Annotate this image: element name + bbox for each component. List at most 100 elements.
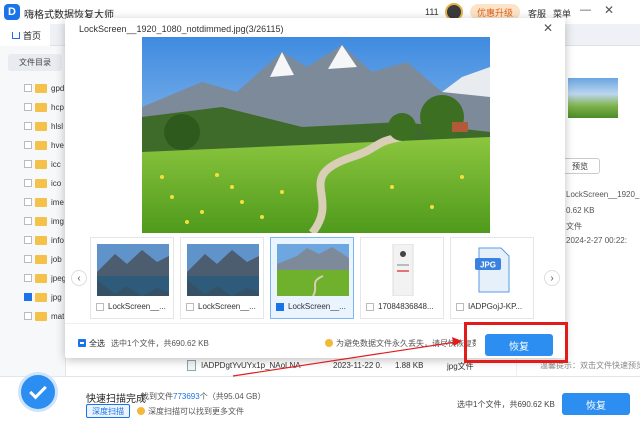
warning-icon	[325, 339, 333, 347]
sidebar-item-ico[interactable]: ico	[24, 176, 66, 190]
detail-filename: LockScreen__1920_1	[566, 190, 640, 199]
thumbnail-item[interactable]: LockScreen__...	[180, 237, 264, 319]
thumbnail-item[interactable]: LockScreen__...	[90, 237, 174, 319]
scan-found-summary: 找到文件773693个（共95.04 GB）	[141, 391, 266, 402]
sidebar-item-icc[interactable]: icc	[24, 157, 66, 171]
sidebar-item-info[interactable]: info	[24, 233, 66, 247]
sidebar-item-checkbox[interactable]	[24, 122, 32, 130]
thumbnail-name: 17084836848...	[378, 302, 434, 311]
sidebar-item-gpd[interactable]: gpd	[24, 81, 66, 95]
sidebar-item-label: img	[51, 216, 64, 226]
row-size: 1.88 KB	[395, 361, 424, 370]
bottom-recover-button[interactable]: 恢复	[562, 393, 630, 415]
tab-home[interactable]: 首页	[0, 24, 50, 46]
sidebar-item-checkbox[interactable]	[24, 255, 32, 263]
sidebar-item-checkbox[interactable]	[24, 274, 32, 282]
select-all-label[interactable]: 全选	[89, 338, 105, 349]
thumbnail-name: LockScreen__...	[108, 302, 166, 311]
deep-scan-tip: 深度扫描可以找到更多文件	[148, 407, 244, 416]
sidebar-item-ime[interactable]: ime	[24, 195, 66, 209]
jpg-icon-text: JPG	[480, 261, 496, 270]
thumbnail-item[interactable]: LockScreen__...	[270, 237, 354, 319]
sidebar-item-label: ico	[51, 178, 62, 188]
folder-icon	[35, 292, 47, 302]
sidebar-item-checkbox[interactable]	[24, 160, 32, 168]
sidebar-header[interactable]: 文件目录	[8, 54, 62, 71]
tip-icon	[137, 407, 145, 415]
sidebar-item-label: hcp	[51, 102, 64, 112]
thumbnail-checkbox[interactable]	[276, 303, 284, 311]
folder-icon	[35, 121, 47, 131]
next-arrow-icon[interactable]: ›	[544, 270, 560, 286]
folder-icon	[35, 235, 47, 245]
folder-icon	[35, 197, 47, 207]
sidebar-item-label: mat	[51, 311, 65, 321]
detail-size: 0.62 KB	[566, 206, 595, 215]
sidebar-item-checkbox[interactable]	[24, 141, 32, 149]
deep-scan-button[interactable]: 深度扫描	[86, 404, 130, 418]
preview-image	[142, 37, 490, 233]
sidebar-item-label: job	[51, 254, 62, 264]
thumbnail-image	[367, 244, 439, 296]
thumbnail-name: LockScreen__...	[198, 302, 256, 311]
thumbnail-item[interactable]: 17084836848...	[360, 237, 444, 319]
dialog-close-icon[interactable]: ✕	[543, 21, 553, 35]
sidebar-item-label: gpd	[51, 83, 65, 93]
annotation-highlight-box	[464, 322, 568, 363]
sidebar: 文件目录	[0, 46, 66, 376]
dialog-warning: 为避免数据文件永久丢失，请尽快恢复数据	[336, 339, 476, 348]
found-count: 773693	[173, 392, 200, 401]
sidebar-item-checkbox[interactable]	[24, 293, 32, 301]
sidebar-item-checkbox[interactable]	[24, 84, 32, 92]
app-logo-icon: D	[4, 4, 20, 20]
detail-type: 文件	[566, 222, 582, 231]
close-icon[interactable]: ✕	[604, 3, 614, 17]
sidebar-item-label: icc	[51, 159, 61, 169]
sidebar-item-jpg[interactable]: jpg	[24, 290, 66, 304]
prev-arrow-icon[interactable]: ‹	[71, 270, 87, 286]
sidebar-item-label: info	[51, 235, 64, 245]
tab-home-label: 首页	[23, 30, 42, 41]
folder-icon	[35, 102, 47, 112]
found-suffix: 个（共95.04 GB）	[199, 392, 266, 401]
folder-icon	[35, 140, 47, 150]
sidebar-item-checkbox[interactable]	[24, 179, 32, 187]
sidebar-item-checkbox[interactable]	[24, 217, 32, 225]
folder-icon	[35, 178, 47, 188]
sidebar-item-label: jpeg	[51, 273, 66, 283]
thumbnail-item[interactable]: JPG IADPGojJ-KP...	[450, 237, 534, 319]
sidebar-item-hlsl[interactable]: hlsl	[24, 119, 66, 133]
sidebar-item-mat[interactable]: mat	[24, 309, 66, 323]
found-prefix: 找到文件	[141, 392, 173, 401]
sidebar-item-img[interactable]: img	[24, 214, 66, 228]
thumbnail-checkbox[interactable]	[366, 303, 374, 311]
minimize-icon[interactable]: —	[580, 4, 591, 16]
sidebar-item-job[interactable]: job	[24, 252, 66, 266]
sidebar-item-hve[interactable]: hve	[24, 138, 66, 152]
sidebar-item-checkbox[interactable]	[24, 103, 32, 111]
scan-status-title: 快速扫描完成	[86, 394, 146, 405]
folder-icon	[35, 273, 47, 283]
preview-button[interactable]: 预览	[560, 158, 600, 174]
sidebar-item-label: hve	[51, 140, 64, 150]
thumbnail-name: LockScreen__...	[288, 302, 346, 311]
thumbnail-name: IADPGojJ-KP...	[468, 302, 523, 311]
thumbnail-image	[97, 244, 169, 296]
sidebar-item-label: jpg	[51, 292, 62, 302]
sidebar-item-jpeg[interactable]: jpeg	[24, 271, 66, 285]
dialog-title: LockScreen__1920_1080_notdimmed.jpg(3/26…	[79, 24, 284, 34]
folder-icon	[35, 83, 47, 93]
thumbnail-checkbox[interactable]	[186, 303, 194, 311]
thumbnail-image	[187, 244, 259, 296]
detail-thumbnail	[568, 78, 618, 118]
sidebar-item-checkbox[interactable]	[24, 312, 32, 320]
sidebar-item-checkbox[interactable]	[24, 198, 32, 206]
thumbnail-strip: ‹ LockScreen__... LockScreen__... LockScre…	[68, 237, 562, 321]
sidebar-item-hcp[interactable]: hcp	[24, 100, 66, 114]
thumbnail-checkbox[interactable]	[456, 303, 464, 311]
select-all-checkbox[interactable]	[78, 339, 86, 347]
dialog-selected-info: 选中1个文件，共690.62 KB	[111, 339, 209, 348]
sidebar-item-checkbox[interactable]	[24, 236, 32, 244]
thumbnail-checkbox[interactable]	[96, 303, 104, 311]
folder-icon	[35, 254, 47, 264]
